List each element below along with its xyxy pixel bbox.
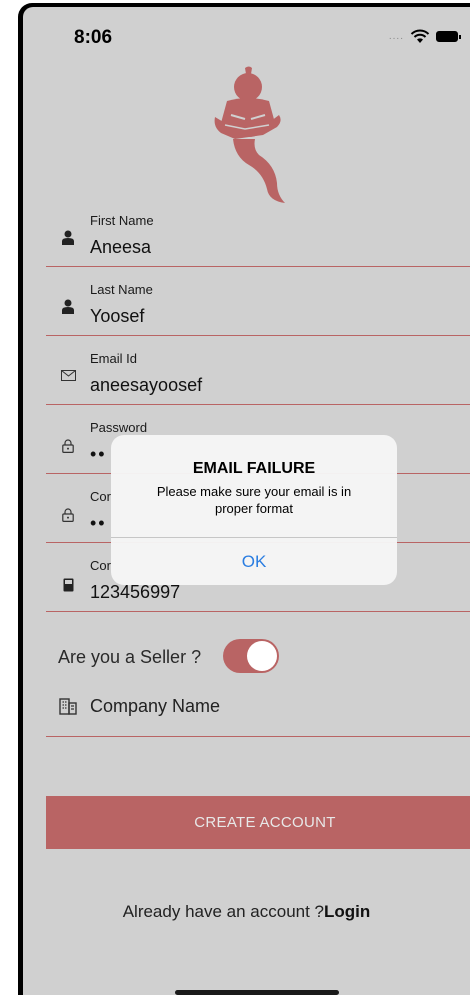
lock-icon <box>60 507 76 523</box>
seller-toggle[interactable] <box>223 639 279 673</box>
app-screen: 8:06 .... First Name Aneesa Last Name Yo… <box>23 7 470 995</box>
last-name-label: Last Name <box>90 282 153 297</box>
first-name-label: First Name <box>90 213 154 228</box>
login-link[interactable]: Login <box>324 902 370 921</box>
company-name-input[interactable]: Company Name <box>90 696 220 717</box>
battery-icon <box>436 31 461 42</box>
password-label: Password <box>90 420 148 435</box>
signal-icon: .... <box>388 31 404 42</box>
contact-value: 123456997 <box>90 582 181 602</box>
confirm-password-label: Cor <box>90 489 111 504</box>
email-label: Email Id <box>90 351 137 366</box>
mail-icon <box>60 367 76 383</box>
create-account-button[interactable]: CREATE ACCOUNT <box>46 796 470 849</box>
alert-title: EMAIL FAILURE <box>192 460 316 477</box>
home-indicator <box>175 990 339 995</box>
first-name-field[interactable]: First Name Aneesa <box>46 207 470 267</box>
email-failure-alert: EMAIL FAILURE Please make sure your emai… <box>111 435 397 585</box>
last-name-field[interactable]: Last Name Yoosef <box>46 276 470 336</box>
phone-icon <box>60 577 76 593</box>
toggle-knob <box>247 641 277 671</box>
status-icons: .... <box>388 29 461 44</box>
lock-icon <box>60 438 76 454</box>
login-prompt-text: Already have an account ? <box>122 902 325 921</box>
status-time: 8:06 <box>74 27 113 48</box>
wifi-icon <box>410 29 430 43</box>
alert-ok-button[interactable]: OK <box>111 538 397 585</box>
seller-label: Are you a Seller ? <box>58 647 202 667</box>
user-icon <box>60 229 76 245</box>
alert-message: Please make sure your email is in proper… <box>156 484 352 516</box>
password-value: •• <box>90 444 107 464</box>
building-icon <box>59 698 77 715</box>
contact-label: Cor <box>90 558 111 573</box>
user-icon <box>60 298 76 314</box>
login-prompt: Already have an account ?Login <box>23 902 470 922</box>
company-underline <box>46 736 470 737</box>
email-value: aneesayoosef <box>90 375 203 395</box>
confirm-password-value: •• <box>90 513 107 533</box>
email-field[interactable]: Email Id aneesayoosef <box>46 345 470 405</box>
first-name-value: Aneesa <box>90 237 152 257</box>
genie-logo <box>214 66 285 203</box>
last-name-value: Yoosef <box>90 306 145 326</box>
